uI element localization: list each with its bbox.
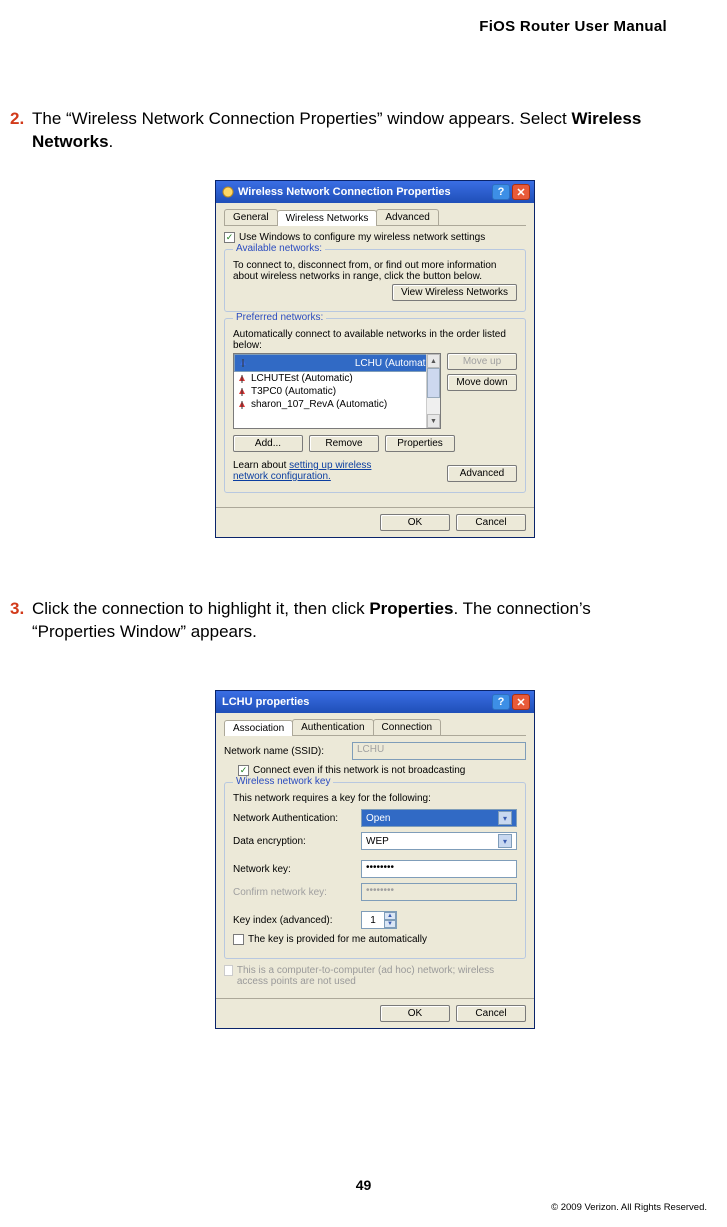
scroll-thumb[interactable] [427, 368, 440, 398]
step-3-text-a: Click the connection to highlight it, th… [32, 599, 369, 618]
key-index-spinner[interactable]: ▲ ▼ [361, 911, 397, 929]
lchu-properties-dialog: LCHU properties ? ✕ Association Authenti… [215, 690, 535, 1029]
view-wireless-button[interactable]: View Wireless Networks [392, 284, 517, 301]
tab-authentication[interactable]: Authentication [292, 719, 373, 735]
preferred-listbox[interactable]: LCHU (Automatic) LCHUTEst (Automatic) T3… [233, 353, 441, 429]
help-button[interactable]: ? [492, 694, 510, 710]
titlebar[interactable]: Wireless Network Connection Properties ?… [216, 181, 534, 203]
auto-key-label: The key is provided for me automatically [248, 934, 427, 945]
enc-select[interactable]: WEP ▾ [361, 832, 517, 850]
key-field[interactable]: •••••••• [361, 860, 517, 878]
ssid-field: LCHU [352, 742, 526, 760]
checkbox-icon [233, 934, 244, 945]
wireless-icon [222, 186, 234, 198]
antenna-icon [237, 400, 247, 410]
ckey-label: Confirm network key: [233, 887, 353, 898]
advanced-button[interactable]: Advanced [447, 465, 517, 482]
wnk-text: This network requires a key for the foll… [233, 793, 517, 804]
antenna-icon [237, 374, 247, 384]
auth-value: Open [366, 813, 390, 824]
tab-connection[interactable]: Connection [373, 719, 442, 735]
connect-even-checkbox[interactable]: ✓ Connect even if this network is not br… [238, 765, 526, 776]
chevron-down-icon: ▾ [498, 834, 512, 848]
help-button[interactable]: ? [492, 184, 510, 200]
auto-key-checkbox[interactable]: The key is provided for me automatically [233, 934, 517, 945]
auth-select[interactable]: Open ▾ [361, 809, 517, 827]
checkbox-icon: ✓ [224, 232, 235, 243]
tab-association[interactable]: Association [224, 720, 293, 736]
list-item-label: T3PC0 (Automatic) [251, 386, 336, 397]
copyright: © 2009 Verizon. All Rights Reserved. [551, 1202, 707, 1213]
list-item-label: LCHU (Automatic) [355, 358, 436, 369]
dialog-title: Wireless Network Connection Properties [238, 186, 451, 198]
preferred-title: Preferred networks: [233, 312, 326, 323]
step-3-bold: Properties [369, 599, 453, 618]
tabstrip: General Wireless Networks Advanced [224, 209, 526, 226]
wireless-key-group: Wireless network key This network requir… [224, 782, 526, 959]
preferred-networks-group: Preferred networks: Automatically connec… [224, 318, 526, 493]
enc-label: Data encryption: [233, 836, 353, 847]
step-2-num: 2. [10, 108, 24, 131]
antenna-icon [238, 358, 248, 368]
wireless-properties-dialog: Wireless Network Connection Properties ?… [215, 180, 535, 538]
scrollbar[interactable]: ▲ ▼ [426, 354, 440, 428]
ok-button[interactable]: OK [380, 514, 450, 531]
page-number: 49 [0, 1177, 727, 1193]
ssid-label: Network name (SSID): [224, 746, 344, 757]
checkbox-icon [224, 965, 233, 976]
adhoc-label: This is a computer-to-computer (ad hoc) … [237, 965, 526, 987]
adhoc-checkbox: This is a computer-to-computer (ad hoc) … [224, 965, 526, 987]
list-item[interactable]: LCHUTEst (Automatic) [234, 372, 440, 385]
step-2: 2. The “Wireless Network Connection Prop… [10, 108, 667, 154]
page-header: FiOS Router User Manual [479, 18, 667, 35]
enc-value: WEP [366, 836, 389, 847]
cancel-button[interactable]: Cancel [456, 1005, 526, 1022]
step-3-num: 3. [10, 598, 24, 621]
spin-down-icon[interactable]: ▼ [384, 920, 396, 928]
add-button[interactable]: Add... [233, 435, 303, 452]
chevron-down-icon: ▾ [498, 811, 512, 825]
tab-general[interactable]: General [224, 209, 278, 225]
list-item[interactable]: LCHU (Automatic) [234, 354, 440, 372]
scroll-down-icon[interactable]: ▼ [427, 414, 440, 428]
tab-wireless-networks[interactable]: Wireless Networks [277, 210, 378, 226]
preferred-text: Automatically connect to available netwo… [233, 329, 517, 351]
step-2-text-a: The “Wireless Network Connection Propert… [32, 109, 572, 128]
close-button[interactable]: ✕ [512, 184, 530, 200]
idx-value[interactable] [362, 912, 384, 928]
tabstrip: Association Authentication Connection [224, 719, 526, 736]
use-windows-checkbox[interactable]: ✓ Use Windows to configure my wireless n… [224, 232, 526, 243]
remove-button[interactable]: Remove [309, 435, 379, 452]
dialog-title: LCHU properties [222, 696, 309, 708]
wnk-title: Wireless network key [233, 776, 333, 787]
step-2-text-b: . [109, 132, 114, 151]
use-windows-label: Use Windows to configure my wireless net… [239, 232, 485, 243]
ckey-field: •••••••• [361, 883, 517, 901]
learn-text: Learn about [233, 460, 289, 471]
key-label: Network key: [233, 864, 353, 875]
available-title: Available networks: [233, 243, 325, 254]
properties-button[interactable]: Properties [385, 435, 455, 452]
idx-label: Key index (advanced): [233, 915, 353, 926]
list-item-label: sharon_107_RevA (Automatic) [251, 399, 387, 410]
checkbox-icon: ✓ [238, 765, 249, 776]
antenna-icon [237, 387, 247, 397]
tab-advanced[interactable]: Advanced [376, 209, 438, 225]
move-down-button[interactable]: Move down [447, 374, 517, 391]
titlebar[interactable]: LCHU properties ? ✕ [216, 691, 534, 713]
scroll-up-icon[interactable]: ▲ [427, 354, 440, 368]
cancel-button[interactable]: Cancel [456, 514, 526, 531]
move-up-button[interactable]: Move up [447, 353, 517, 370]
list-item[interactable]: sharon_107_RevA (Automatic) [234, 398, 440, 411]
spin-up-icon[interactable]: ▲ [384, 912, 396, 920]
list-item[interactable]: T3PC0 (Automatic) [234, 385, 440, 398]
available-text: To connect to, disconnect from, or find … [233, 260, 517, 282]
auth-label: Network Authentication: [233, 813, 353, 824]
ok-button[interactable]: OK [380, 1005, 450, 1022]
close-button[interactable]: ✕ [512, 694, 530, 710]
step-3: 3. Click the connection to highlight it,… [10, 598, 667, 644]
available-networks-group: Available networks: To connect to, disco… [224, 249, 526, 312]
connect-even-label: Connect even if this network is not broa… [253, 765, 465, 776]
list-item-label: LCHUTEst (Automatic) [251, 373, 353, 384]
